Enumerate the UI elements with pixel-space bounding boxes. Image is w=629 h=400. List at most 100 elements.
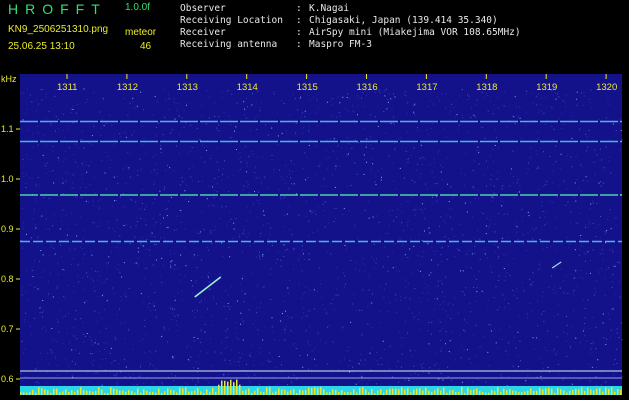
noise-pixel [458, 124, 460, 126]
noise-pixel [606, 230, 608, 231]
noise-pixel [289, 229, 291, 231]
spike-bar [188, 391, 190, 395]
noise-pixel [547, 366, 549, 368]
spike-bar [533, 390, 535, 395]
noise-pixel [201, 328, 203, 330]
noise-pixel [556, 351, 558, 353]
noise-pixel [92, 204, 94, 206]
noise-pixel [58, 118, 59, 120]
noise-pixel [522, 282, 524, 284]
noise-pixel [549, 201, 551, 203]
noise-pixel [486, 94, 488, 96]
noise-pixel [49, 171, 51, 173]
noise-pixel [125, 136, 127, 138]
noise-pixel [450, 186, 452, 188]
noise-pixel [69, 342, 71, 344]
noise-pixel [68, 125, 70, 127]
noise-pixel [364, 265, 366, 267]
noise-pixel [440, 216, 442, 218]
noise-pixel [451, 197, 453, 199]
noise-pixel [413, 245, 415, 247]
noise-pixel [458, 312, 460, 314]
noise-pixel [76, 112, 78, 114]
noise-pixel [542, 367, 544, 369]
spike-bar [359, 387, 361, 395]
noise-pixel [116, 314, 118, 316]
spike-bar [386, 389, 388, 395]
noise-pixel [26, 174, 27, 176]
noise-pixel [155, 127, 157, 128]
noise-pixel [294, 342, 295, 344]
noise-pixel [575, 200, 577, 202]
noise-pixel [233, 222, 235, 224]
noise-pixel [451, 379, 453, 381]
spike-bar [548, 387, 550, 395]
noise-pixel [208, 117, 210, 119]
noise-pixel [155, 259, 157, 261]
noise-pixel [131, 134, 133, 136]
noise-pixel [141, 168, 143, 170]
noise-pixel [132, 374, 134, 376]
noise-pixel [216, 148, 218, 150]
noise-pixel [201, 316, 203, 318]
noise-pixel [207, 249, 209, 251]
noise-pixel [445, 276, 446, 278]
noise-pixel [45, 218, 47, 220]
noise-pixel [62, 342, 64, 344]
noise-pixel [555, 161, 557, 163]
noise-pixel [165, 209, 167, 210]
spike-bar [425, 387, 427, 395]
noise-pixel [488, 227, 490, 229]
noise-pixel [490, 330, 492, 332]
noise-pixel [353, 111, 355, 113]
noise-pixel [531, 227, 533, 229]
noise-pixel [285, 325, 287, 327]
noise-pixel [284, 214, 286, 216]
noise-pixel [530, 284, 532, 286]
noise-pixel [412, 105, 414, 107]
noise-pixel [174, 299, 176, 301]
noise-pixel [470, 311, 472, 313]
noise-pixel [262, 210, 264, 212]
noise-pixel [539, 217, 541, 219]
noise-pixel [620, 130, 622, 132]
noise-pixel [589, 327, 590, 329]
noise-pixel [135, 106, 137, 108]
noise-pixel [89, 353, 91, 354]
noise-pixel [480, 211, 482, 213]
noise-pixel [50, 123, 52, 125]
noise-pixel [128, 327, 130, 329]
noise-pixel [616, 328, 618, 330]
noise-pixel [478, 346, 480, 348]
noise-pixel [515, 347, 517, 349]
noise-pixel [137, 174, 139, 176]
noise-pixel [113, 374, 115, 376]
noise-pixel [160, 337, 162, 339]
noise-pixel [25, 375, 27, 377]
noise-pixel [297, 259, 299, 261]
noise-pixel [243, 185, 245, 187]
noise-pixel [248, 309, 250, 311]
noise-pixel [213, 189, 215, 191]
noise-pixel [398, 270, 400, 272]
noise-pixel [604, 382, 606, 384]
spike-bar [317, 387, 319, 395]
noise-pixel [497, 246, 499, 248]
noise-pixel [302, 253, 304, 255]
noise-pixel [602, 322, 604, 324]
noise-pixel [22, 172, 24, 174]
noise-pixel [96, 280, 98, 282]
noise-pixel [335, 294, 337, 296]
noise-pixel [258, 383, 260, 385]
noise-pixel [368, 201, 370, 203]
noise-pixel [247, 186, 249, 188]
noise-pixel [378, 221, 380, 223]
noise-pixel [227, 303, 229, 304]
noise-pixel [71, 182, 73, 184]
noise-pixel [86, 171, 88, 173]
noise-pixel [405, 150, 407, 152]
noise-pixel [541, 379, 543, 381]
noise-pixel [413, 147, 415, 149]
noise-pixel [178, 115, 180, 117]
noise-pixel [527, 232, 529, 234]
